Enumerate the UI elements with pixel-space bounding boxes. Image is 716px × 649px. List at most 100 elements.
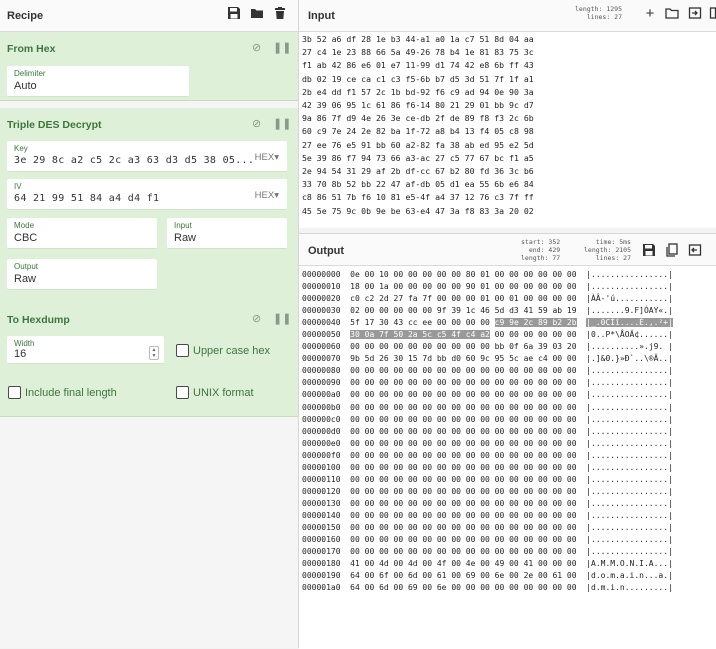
hexdump-segment: 00000090: [302, 378, 341, 388]
hexdump-segment: 00000160: [302, 535, 341, 545]
hexdump-segment: 30 0a 7f 50 2a 5c c5 4f c4 a2: [350, 330, 490, 340]
recipe-panel: Recipe From Hex ⊘ ❚❚ Delimiter Auto Trip…: [0, 0, 299, 648]
width-field[interactable]: Width 16 ▲ ▼: [7, 336, 164, 364]
hexdump-segment: 00 00 00 00 00 00 00 00 00 00 00 00 00 0…: [350, 547, 577, 557]
disable-icon[interactable]: ⊘: [252, 117, 261, 130]
import-icon[interactable]: [688, 6, 702, 20]
output-hexdump[interactable]: 00000000 0e 00 10 00 00 00 00 00 80 01 0…: [302, 269, 673, 594]
add-icon[interactable]: +: [643, 5, 657, 22]
hexdump-segment: |0..P*\ÅOÄ¢......|: [586, 330, 673, 340]
open-folder-icon[interactable]: [665, 6, 679, 20]
disable-icon[interactable]: ⊘: [252, 312, 261, 325]
checkbox-box[interactable]: [176, 386, 189, 399]
hexdump-row: 000000e0 00 00 00 00 00 00 00 00 00 00 0…: [302, 438, 673, 450]
hexdump-segment: 00000080: [302, 366, 341, 376]
stat-value: 27: [623, 254, 631, 262]
hexdump-segment: 00000010: [302, 282, 341, 292]
stat-label: lines:: [586, 13, 611, 21]
unix-format-checkbox[interactable]: UNIX format: [176, 386, 254, 399]
uppercase-hex-checkbox[interactable]: Upper case hex: [176, 344, 270, 357]
stat-label: lines:: [595, 254, 620, 262]
replace-input-icon[interactable]: [688, 243, 702, 257]
hexdump-segment: 00 00 00 00 00 00: [489, 330, 577, 340]
field-label: Width: [14, 339, 35, 348]
hexdump-row: 00000060 00 00 00 00 00 00 00 00 00 00 b…: [302, 341, 673, 353]
disable-icon[interactable]: ⊘: [252, 41, 261, 54]
output-header: Output start: 352 end: 429 length: 77 ti…: [299, 234, 716, 266]
hexdump-segment: 00 00 00 00 00 00 00 00 00 00 00 00 00 0…: [350, 474, 577, 484]
hexdump-row: 00000170 00 00 00 00 00 00 00 00 00 00 0…: [302, 546, 673, 558]
hexdump-row: 000000f0 00 00 00 00 00 00 00 00 00 00 0…: [302, 450, 673, 462]
field-label: Mode: [14, 221, 35, 230]
hexdump-segment: |................|: [586, 366, 673, 376]
stat-label: end:: [528, 246, 545, 254]
hexdump-segment: 0e 00 10 00 00 00 00 00 80 01 00 00 00 0…: [350, 270, 577, 279]
delimiter-field[interactable]: Delimiter Auto: [7, 66, 189, 97]
hexdump-segment: 00 00 00 00 00 00 00 00 00 00 00 00 00 0…: [350, 366, 577, 376]
hexdump-segment: |................|: [586, 402, 673, 412]
hexdump-segment: 00000120: [302, 486, 341, 496]
hexdump-row: 000001a0 64 00 6d 00 69 00 6e 00 00 00 0…: [302, 582, 673, 594]
pause-icon[interactable]: ❚❚: [273, 117, 291, 130]
hexdump-row: 00000130 00 00 00 00 00 00 00 00 00 00 0…: [302, 498, 673, 510]
hexdump-segment: |................|: [586, 498, 673, 508]
recipe-title: Recipe: [7, 10, 44, 22]
hexdump-segment: |................|: [586, 510, 673, 520]
trash-icon[interactable]: [273, 6, 287, 20]
pause-icon[interactable]: ❚❚: [273, 41, 291, 54]
hexdump-segment: 00000050: [302, 330, 341, 340]
hexdump-segment: |................|: [586, 462, 673, 472]
hexdump-segment: 000000a0: [302, 390, 341, 400]
mode-field[interactable]: Mode CBC: [7, 218, 157, 249]
hexdump-row: 00000090 00 00 00 00 00 00 00 00 00 00 0…: [302, 377, 673, 389]
field-label: Delimiter: [14, 69, 46, 78]
width-stepper[interactable]: ▲ ▼: [149, 346, 159, 360]
hexdump-segment: |_.0CÌî....É.,.²+|: [586, 318, 673, 328]
hexdump-segment: 00 00 00 00 00 00 00 00 00 00 00 00 00 0…: [350, 462, 577, 472]
hexdump-segment: |.]&0.}»Ð`..\®Ä..|: [586, 354, 673, 364]
format-label: HEX: [254, 190, 275, 201]
hexdump-row: 00000040 5f 17 30 43 cc ee 00 00 00 00 c…: [302, 317, 673, 329]
iv-field[interactable]: IV 64 21 99 51 84 a4 d4 f1 HEX▾: [7, 179, 287, 210]
checkbox-box[interactable]: [8, 386, 21, 399]
hexdump-row: 00000080 00 00 00 00 00 00 00 00 00 00 0…: [302, 365, 673, 377]
output-format-field[interactable]: Output Raw: [7, 259, 157, 290]
hexdump-segment: 000001a0: [302, 583, 341, 593]
hexdump-segment: |................|: [586, 535, 673, 545]
pause-icon[interactable]: ❚❚: [273, 312, 291, 325]
input-line: 2e 94 54 31 29 af 2b df-cc 67 b2 80 fd 3…: [302, 166, 534, 177]
hexdump-segment: 64 00 6f 00 6d 00 61 00 69 00 6e 00 2e 0…: [350, 571, 577, 581]
input-textarea[interactable]: 3b 52 a6 df 28 1e b3 44-a1 a0 1a c7 51 8…: [302, 33, 534, 218]
hexdump-row: 00000150 00 00 00 00 00 00 00 00 00 00 0…: [302, 522, 673, 534]
save-output-icon[interactable]: [642, 243, 656, 257]
hexdump-row: 00000120 00 00 00 00 00 00 00 00 00 00 0…: [302, 486, 673, 498]
save-icon[interactable]: [227, 6, 241, 20]
input-line: 27 ee 76 e5 91 bb 60 a2-82 fa 38 ab ed 9…: [302, 139, 534, 150]
iv-format-dropdown[interactable]: HEX▾: [255, 190, 279, 201]
operation-title: To Hexdump: [7, 314, 70, 326]
stat-label: length:: [521, 254, 549, 262]
key-format-dropdown[interactable]: HEX▾: [255, 152, 279, 163]
include-final-length-checkbox[interactable]: Include final length: [8, 386, 117, 399]
hexdump-row: 00000070 9b 5d 26 30 15 7d bb d0 60 9c 9…: [302, 353, 673, 365]
input-line: 2b e4 dd f1 57 2c 1b bd-92 f6 c9 ad 94 0…: [302, 86, 534, 97]
hexdump-segment: |.......9.F]ÓAY«.|: [586, 306, 673, 316]
hexdump-segment: 00000020: [302, 294, 341, 304]
checkbox-box[interactable]: [176, 344, 189, 357]
checkbox-label: Include final length: [25, 386, 117, 399]
reset-icon[interactable]: [709, 6, 716, 20]
input-line: 45 5e 75 9c 0b 9e be 63-e4 47 3a f8 83 3…: [302, 205, 534, 216]
input-line: 42 39 06 95 1c 61 86 f6-14 80 21 29 01 b…: [302, 100, 534, 111]
operation-title: From Hex: [7, 43, 56, 55]
hexdump-segment: |..........».j9. |: [586, 342, 673, 352]
copy-icon[interactable]: [665, 243, 679, 257]
folder-icon[interactable]: [250, 6, 264, 20]
input-format-field[interactable]: Input Raw: [167, 218, 287, 249]
hexdump-row: 00000100 00 00 00 00 00 00 00 00 00 00 0…: [302, 462, 673, 474]
hexdump-segment: 00 00 00 00 00 00 00 00 00 00 00 00 00 0…: [350, 378, 577, 388]
hexdump-segment: 02 00 00 00 00 00 9f 39 1c 46 5d d3 41 5…: [350, 306, 577, 316]
hexdump-segment: 64 00 6d 00 69 00 6e 00 00 00 00 00 00 0…: [350, 583, 577, 593]
hexdump-segment: |................|: [586, 270, 673, 279]
key-field[interactable]: Key 3e 29 8c a2 c5 2c a3 63 d3 d5 38 05.…: [7, 141, 287, 172]
hexdump-row: 00000110 00 00 00 00 00 00 00 00 00 00 0…: [302, 474, 673, 486]
